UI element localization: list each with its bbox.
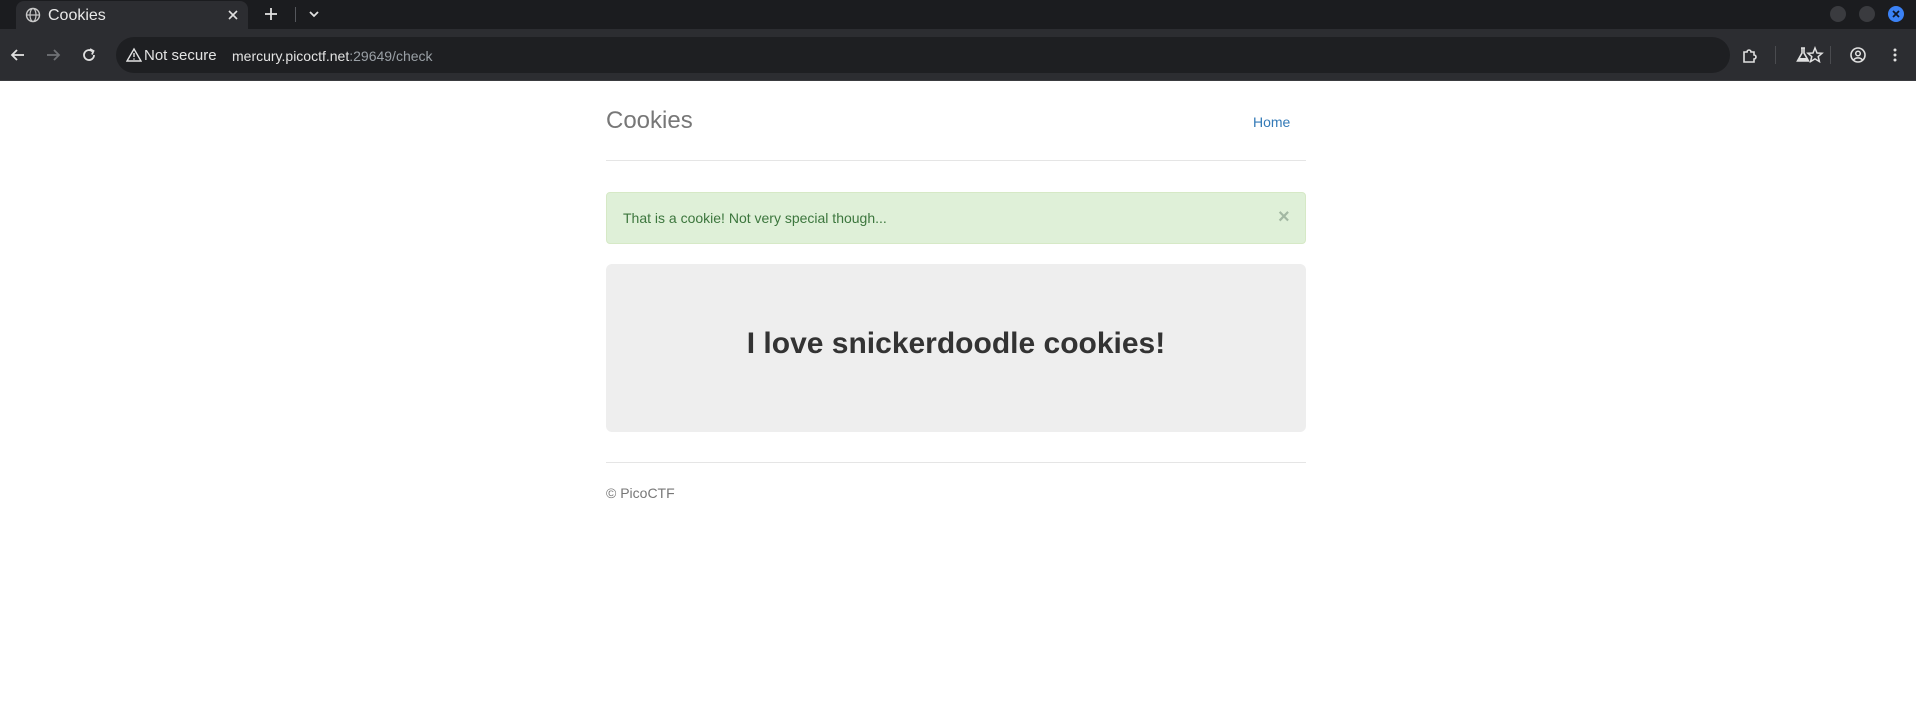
- flask-icon[interactable]: [1794, 46, 1812, 64]
- footer-copyright: © PicoCTF: [606, 485, 675, 501]
- toolbar-divider: [1775, 46, 1776, 64]
- url-text[interactable]: mercury.picoctf.net:29649/check: [232, 48, 433, 64]
- chevron-down-icon[interactable]: [305, 5, 323, 23]
- url-host: mercury.picoctf.net: [232, 48, 350, 64]
- reload-icon[interactable]: [80, 46, 98, 64]
- success-alert: That is a cookie! Not very special thoug…: [606, 192, 1306, 244]
- minimize-button[interactable]: [1830, 6, 1846, 22]
- browser-toolbar: Not secure mercury.picoctf.net:29649/che…: [0, 29, 1916, 81]
- site-footer: © PicoCTF: [606, 462, 1306, 512]
- back-arrow-icon[interactable]: [9, 46, 27, 64]
- extensions-icon[interactable]: [1741, 46, 1759, 64]
- maximize-button[interactable]: [1859, 6, 1875, 22]
- tab-strip: Cookies: [0, 0, 1916, 29]
- menu-kebab-icon[interactable]: [1886, 46, 1904, 64]
- tab-divider: [295, 7, 296, 22]
- jumbotron-heading: I love snickerdoodle cookies!: [746, 327, 1166, 360]
- security-status[interactable]: Not secure: [144, 47, 217, 64]
- address-bar[interactable]: Not secure mercury.picoctf.net:29649/che…: [116, 37, 1824, 73]
- new-tab-icon[interactable]: [262, 5, 280, 23]
- alert-message: That is a cookie! Not very special thoug…: [623, 210, 887, 226]
- window-close-button[interactable]: [1888, 6, 1904, 22]
- jumbotron: I love snickerdoodle cookies!: [606, 264, 1306, 432]
- tab-cookies[interactable]: Cookies: [16, 1, 248, 29]
- site-title: Cookies: [606, 107, 693, 134]
- alert-close-icon[interactable]: ×: [1278, 207, 1290, 227]
- warning-icon[interactable]: [126, 47, 142, 63]
- url-path: :29649/check: [349, 48, 433, 64]
- profile-icon[interactable]: [1849, 46, 1867, 64]
- tab-title: Cookies: [48, 7, 106, 24]
- nav-home-link[interactable]: Home: [1253, 114, 1290, 130]
- site-header: Cookies Home: [606, 81, 1306, 161]
- globe-icon: [25, 7, 41, 23]
- close-icon[interactable]: [225, 7, 241, 23]
- toolbar-divider: [1830, 46, 1831, 64]
- page-viewport: Cookies Home That is a cookie! Not very …: [0, 81, 1916, 710]
- forward-arrow-icon[interactable]: [44, 46, 62, 64]
- close-icon: [1892, 10, 1900, 18]
